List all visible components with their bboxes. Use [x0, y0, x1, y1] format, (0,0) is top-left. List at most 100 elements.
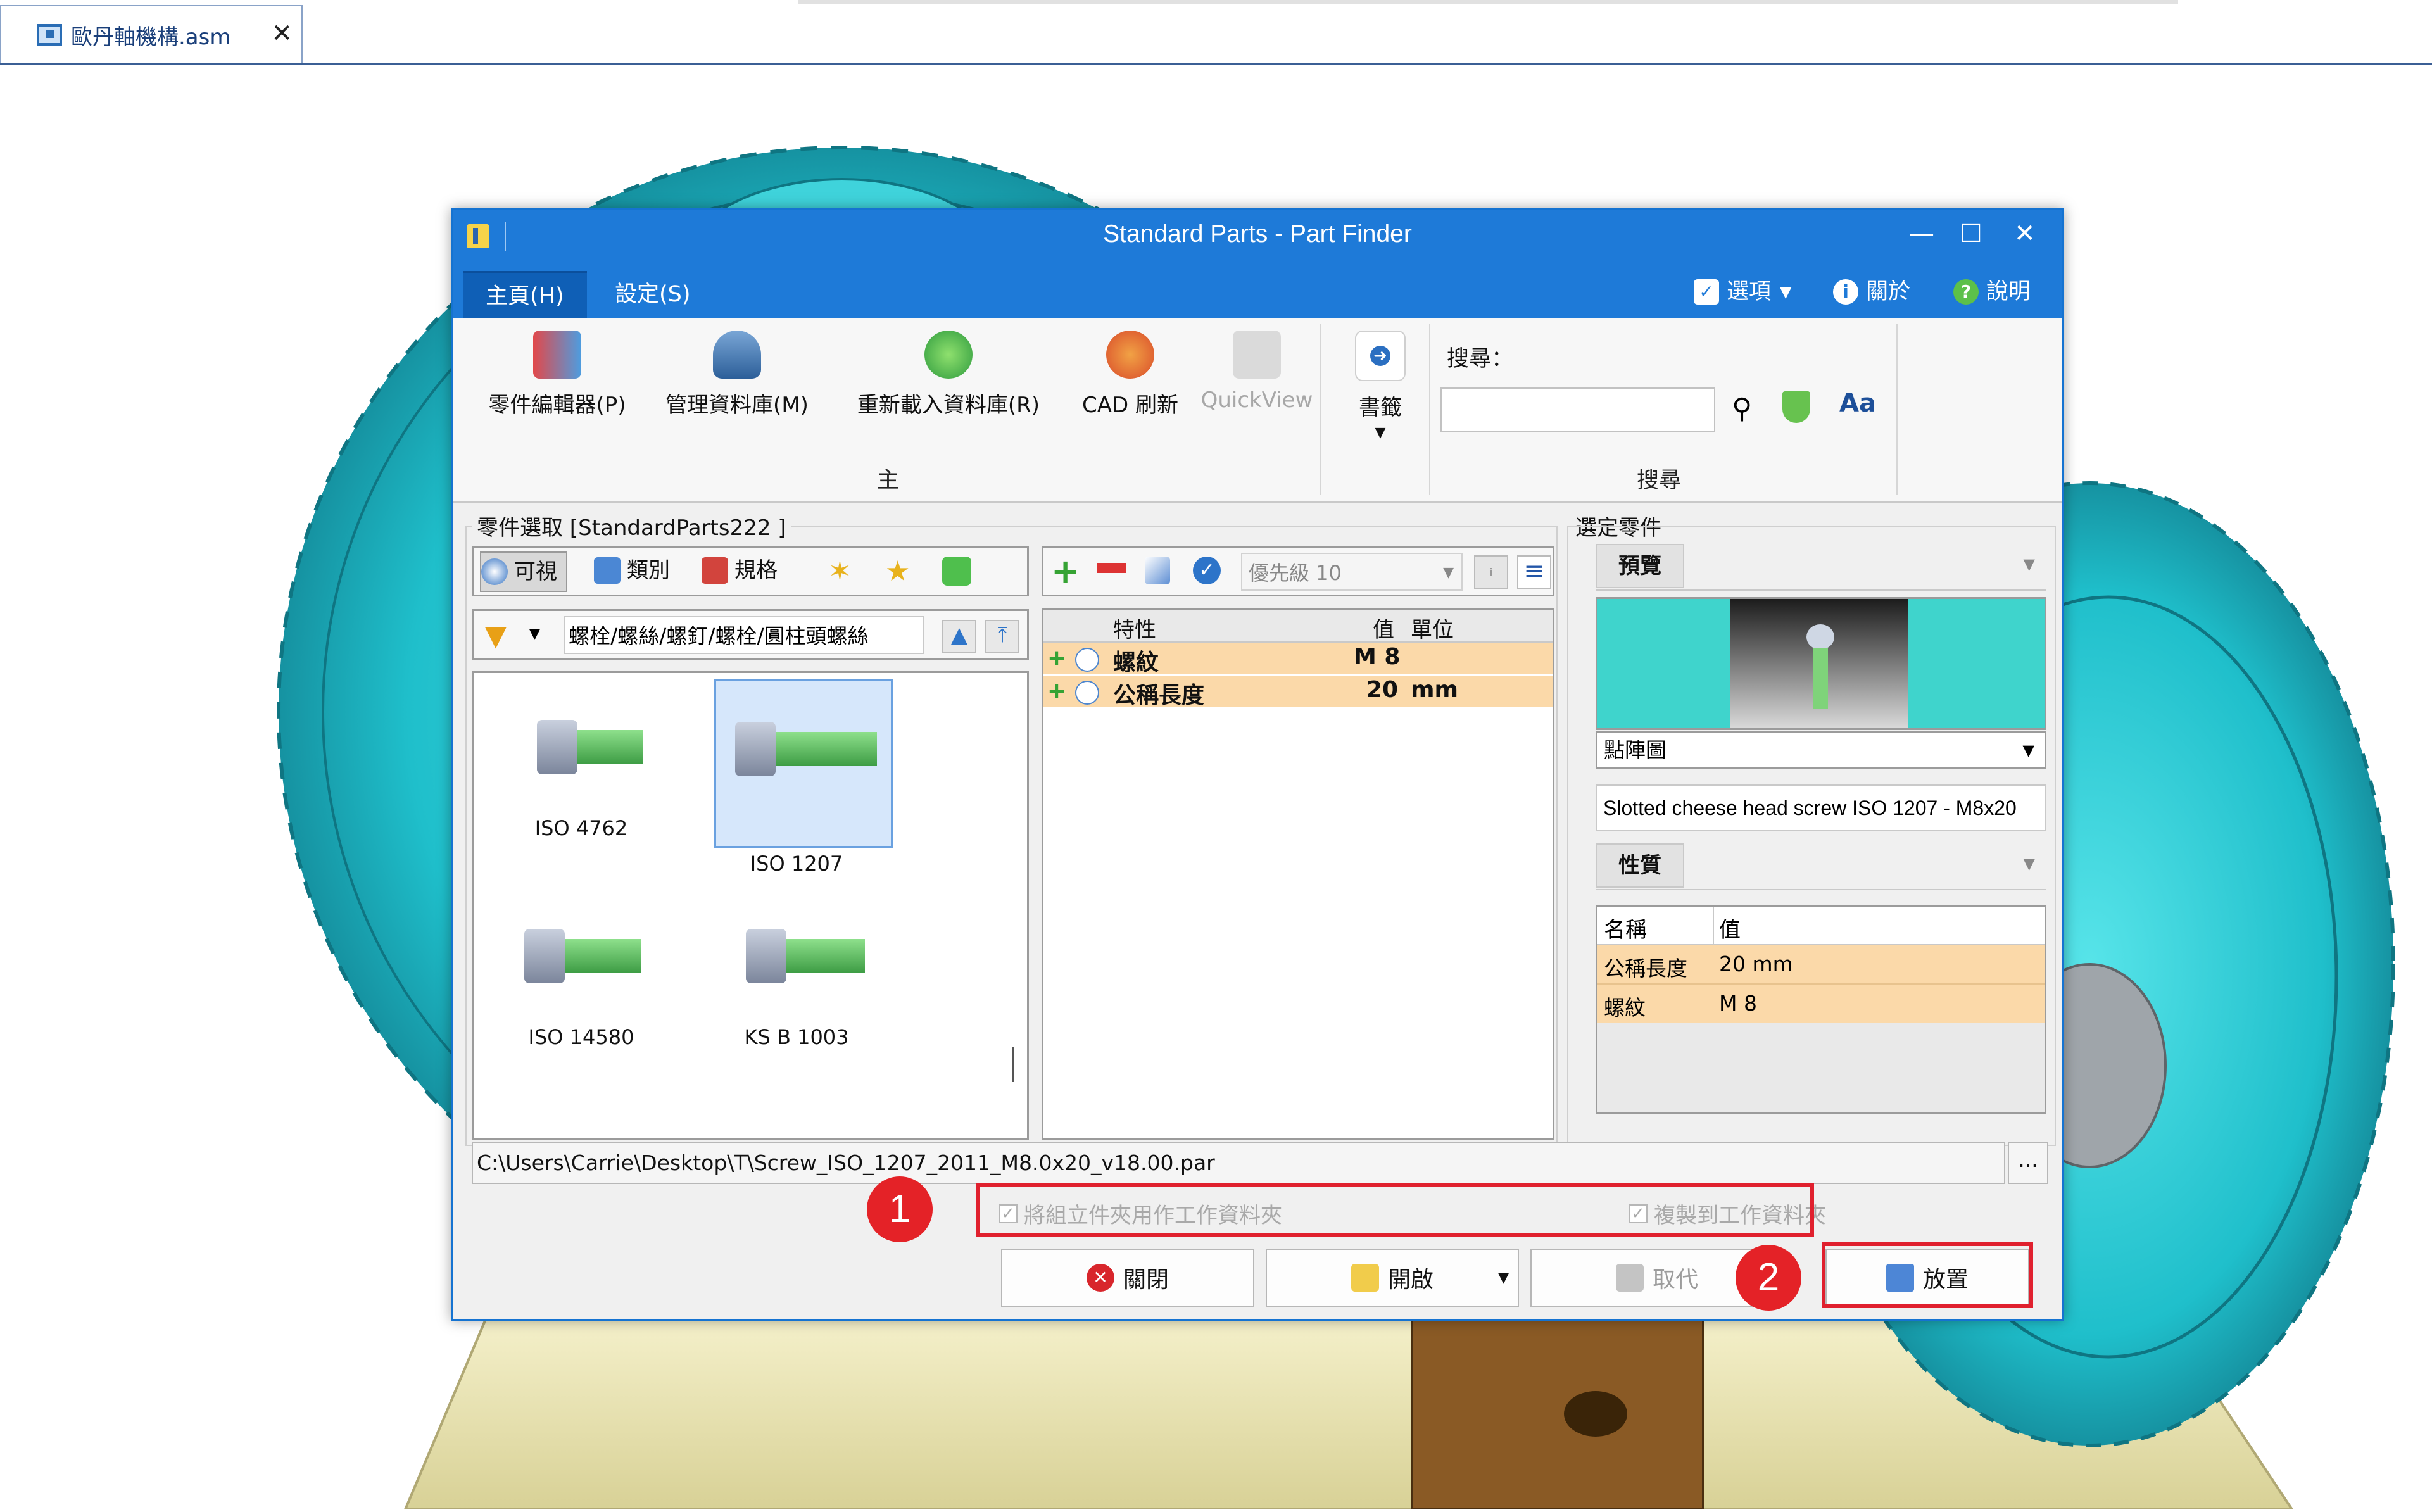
property-row-length[interactable]: + 公稱長度 20 mm [1043, 676, 1553, 709]
maximize-button[interactable]: ☐ [1960, 219, 1982, 248]
part-editor-icon [533, 331, 581, 379]
property-grid: 特性 值 單位 + 螺紋 M 8 + 公稱長度 20 mm [1042, 608, 1554, 1140]
up-level-icon[interactable]: ▲ [942, 620, 976, 653]
title-bar: Standard Parts - Part Finder — ☐ ✕ [453, 210, 2062, 263]
filter-icon[interactable]: ▼ [485, 620, 507, 652]
bookmark-button[interactable]: ➜ 書籤 ▼ [1333, 331, 1428, 441]
tab-close-icon[interactable]: ✕ [271, 19, 293, 48]
props-table-header: 名稱 值 [1597, 907, 2045, 945]
priority-select[interactable]: 優先級 10 ▼ [1241, 553, 1463, 591]
quickview-button[interactable]: QuickView [1194, 331, 1320, 413]
close-button[interactable]: ✕ 關閉 [1001, 1249, 1254, 1307]
match-case-icon[interactable]: Aa [1839, 389, 1876, 418]
document-tab-title: 歐丹軸機構.asm [71, 24, 231, 50]
preview-mode-dropdown-icon: ▼ [2022, 741, 2034, 759]
property-value: M 8 [1354, 644, 1401, 670]
tab-category[interactable]: 類別 [594, 551, 670, 589]
priority-value: 優先級 10 [1249, 561, 1342, 585]
remove-icon[interactable] [1097, 563, 1126, 573]
preview-render [1730, 599, 1908, 728]
filter-search-icon[interactable] [1782, 391, 1810, 423]
reload-icon [924, 331, 973, 379]
tab-spec[interactable]: 規格 [702, 551, 778, 589]
manage-database-button[interactable]: 管理資料庫(M) [654, 331, 820, 419]
info-sheet-icon[interactable]: i [1474, 555, 1508, 589]
tab-preview[interactable]: 預覽 [1596, 544, 1684, 588]
options-menu[interactable]: ✓ 選項 ▼ [1694, 275, 1791, 309]
browse-button[interactable]: ... [2008, 1142, 2048, 1184]
tab-visual[interactable]: 可視 [480, 551, 567, 592]
about-menu[interactable]: i 關於 [1833, 275, 1910, 309]
document-tab[interactable]: 歐丹軸機構.asm ✕ [0, 5, 303, 63]
reload-database-button[interactable]: 重新載入資料庫(R) [844, 331, 1053, 419]
quickview-label: QuickView [1200, 387, 1313, 413]
props-row-value: 20 mm [1719, 952, 1793, 976]
preview-mode-select[interactable]: 點陣圖 ▼ [1596, 731, 2046, 769]
props-row[interactable]: 螺紋 M 8 [1597, 985, 2045, 1023]
thumbnail-iso-4762[interactable]: ISO 4762 [499, 679, 664, 840]
list-view-icon[interactable]: ≡ [1517, 555, 1551, 589]
part-editor-button[interactable]: 零件編輯器(P) [478, 331, 636, 419]
search-input[interactable] [1440, 387, 1715, 432]
cad-refresh-label: CAD 刷新 [1082, 393, 1178, 418]
top-level-icon[interactable]: ⤒ [985, 620, 1019, 653]
props-collapse-icon[interactable]: ▼ [2024, 855, 2035, 873]
reload-database-label: 重新載入資料庫(R) [857, 393, 1040, 418]
tab-settings[interactable]: 設定(S) [592, 271, 714, 318]
star-icon[interactable]: ★ [885, 555, 910, 588]
eye-icon [481, 558, 508, 585]
tab-home[interactable]: 主頁(H) [463, 271, 587, 320]
property-unit: mm [1411, 677, 1459, 703]
screw-head-shape [735, 722, 776, 776]
open-dropdown-icon[interactable]: ▼ [1498, 1270, 1509, 1286]
callout-2-highlight [1822, 1242, 2033, 1308]
scrollbar-thumb[interactable] [1012, 1047, 1014, 1082]
add-row-icon[interactable]: + [1047, 645, 1066, 671]
thumbnail-label: ISO 14580 [528, 1025, 634, 1049]
thumbnail-label: ISO 1207 [750, 852, 843, 876]
cad-refresh-icon [1106, 331, 1154, 379]
thumbnail-iso-1207[interactable]: ISO 1207 [714, 679, 893, 876]
screw-shaft-shape [776, 732, 877, 766]
header-name: 名稱 [1604, 917, 1647, 943]
props-row[interactable]: 公稱長度 20 mm [1597, 945, 2045, 985]
priority-dropdown-icon: ▼ [1443, 565, 1454, 581]
options-label: 選項 [1727, 279, 1772, 305]
header-unit: 單位 [1411, 617, 1454, 643]
info-icon: i [1833, 279, 1858, 305]
dropdown-arrow-icon: ▼ [1780, 283, 1792, 301]
open-button[interactable]: 開啟 ▼ [1266, 1249, 1519, 1307]
cad-refresh-button[interactable]: CAD 刷新 [1067, 331, 1194, 419]
add-row-icon[interactable]: + [1047, 678, 1066, 704]
search-icon[interactable]: ⚲ [1732, 393, 1752, 425]
open-folder-icon [1351, 1264, 1379, 1292]
property-name: 螺紋 [1113, 650, 1159, 676]
thumbnail-label: ISO 4762 [534, 816, 628, 840]
edit-icon[interactable] [1145, 557, 1170, 584]
edit-row-icon[interactable] [1075, 648, 1099, 672]
document-tab-strip: 歐丹軸機構.asm ✕ [0, 0, 2432, 65]
tab-properties[interactable]: 性質 [1596, 843, 1684, 888]
property-grid-header: 特性 值 單位 [1043, 610, 1553, 643]
close-window-button[interactable]: ✕ [2014, 219, 2036, 248]
props-row-value: M 8 [1719, 991, 1757, 1016]
filter-dropdown-icon[interactable]: ▼ [529, 626, 540, 642]
bookmark-dropdown-icon: ▼ [1375, 425, 1386, 441]
preview-collapse-icon[interactable]: ▼ [2024, 555, 2035, 573]
screw-shaft-shape [786, 939, 865, 973]
part-select-title: 零件選取 [StandardParts222 ] [472, 510, 791, 541]
help-menu[interactable]: ? 說明 [1953, 275, 2031, 309]
assembly-icon [37, 24, 62, 46]
thumbnail-ks-b-1003[interactable]: KS B 1003 [714, 888, 879, 1049]
minimize-button[interactable]: — [1909, 219, 1934, 248]
property-toolbar: + ✓ 優先級 10 ▼ i ≡ [1042, 546, 1554, 596]
thumbnail-iso-14580[interactable]: ISO 14580 [499, 888, 664, 1049]
check-icon[interactable]: ✓ [1193, 557, 1221, 584]
help-book-icon[interactable] [942, 557, 971, 586]
close-button-label: 關閉 [1123, 1267, 1169, 1293]
property-row-thread[interactable]: + 螺紋 M 8 [1043, 643, 1553, 676]
edit-row-icon[interactable] [1075, 681, 1099, 705]
favorites-star-icon[interactable]: ✶ [828, 555, 852, 588]
add-icon[interactable]: + [1051, 551, 1080, 591]
ribbon-separator-3 [1896, 324, 1898, 495]
